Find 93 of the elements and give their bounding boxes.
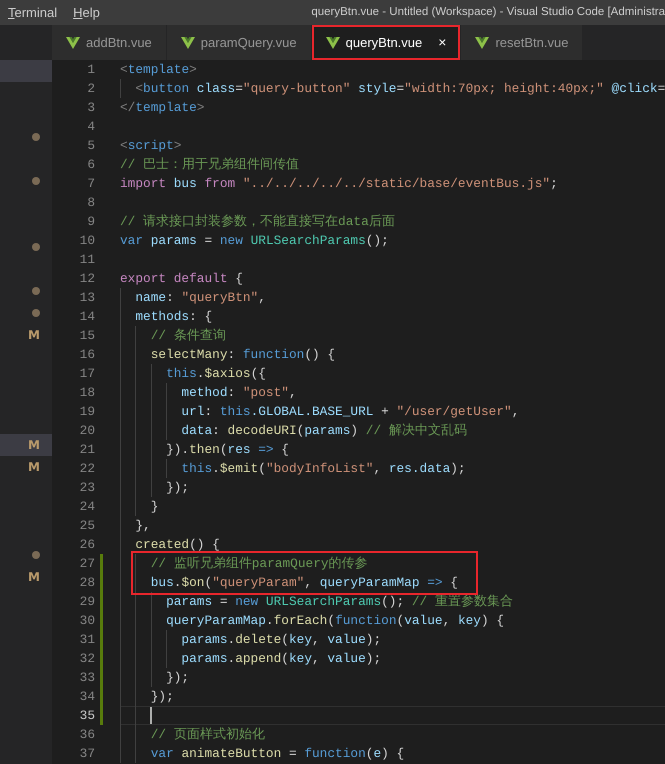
line-number: 16 xyxy=(78,346,95,364)
sidebar-row[interactable] xyxy=(0,60,52,82)
code-line: export default { xyxy=(120,270,244,288)
line-number: 34 xyxy=(78,688,95,706)
line-number: 11 xyxy=(78,251,95,269)
line-number: 26 xyxy=(78,536,95,554)
line-number: 7 xyxy=(86,175,95,193)
code-line: }).then(res => { xyxy=(120,440,665,459)
line-number: 28 xyxy=(78,574,95,592)
code-line: // 监听兄弟组件paramQuery的传参 xyxy=(120,554,665,573)
line-number: 13 xyxy=(78,289,95,307)
code-line: } xyxy=(120,497,665,516)
line-number: 23 xyxy=(78,479,95,497)
code-line: // 条件查询 xyxy=(120,326,665,345)
code-line: created() { xyxy=(120,535,665,554)
file-type-icon xyxy=(475,36,490,48)
code-line: }); xyxy=(120,668,665,687)
line-number: 27 xyxy=(78,555,95,573)
code-line: name: "queryBtn", xyxy=(120,288,665,307)
dot-icon xyxy=(32,309,40,317)
code-line: params.delete(key, value); xyxy=(120,630,665,649)
window-title: queryBtn.vue - Untitled (Workspace) - Visual Studio Code [Administra xyxy=(311,4,665,20)
dot-icon xyxy=(32,133,40,141)
code-line: url: this.GLOBAL.BASE_URL + "/user/getUser", xyxy=(120,402,665,421)
file-type-icon xyxy=(326,36,340,48)
line-number: 35 xyxy=(78,707,95,725)
line-number: 29 xyxy=(78,593,95,611)
status-letter: M xyxy=(28,569,40,586)
close-button[interactable]: × xyxy=(438,32,446,53)
code-line: // 请求接口封装参数，不能直接写在data后面 xyxy=(120,213,396,231)
line-number: 14 xyxy=(78,308,95,326)
code-line: selectMany: function() { xyxy=(120,345,665,364)
line-number: 10 xyxy=(78,232,95,250)
code-line: }, xyxy=(120,516,665,535)
line-number: 6 xyxy=(86,156,95,174)
status-letter: M xyxy=(28,459,40,476)
line-number: 8 xyxy=(86,194,95,212)
code-line: // 页面样式初始化 xyxy=(120,725,665,744)
line-number: 19 xyxy=(78,403,95,421)
code-line: // 巴士：用于兄弟组件间传值 xyxy=(120,156,300,174)
status-letter: M xyxy=(28,437,40,454)
code-line: bus.$on("queryParam", queryParamMap => { xyxy=(120,573,665,592)
sidebar-row[interactable]: M xyxy=(0,434,52,456)
line-number: 17 xyxy=(78,365,95,383)
code-line: methods: { xyxy=(120,307,665,326)
menu-item[interactable]: Terminal xyxy=(0,0,66,25)
line-number: 37 xyxy=(78,745,95,763)
line-number: 24 xyxy=(78,498,95,516)
line-number: 22 xyxy=(78,460,95,478)
code-line: <template> xyxy=(120,61,198,79)
code-line: var animateButton = function(e) { xyxy=(120,744,665,763)
line-number: 33 xyxy=(78,669,95,687)
status-letter: M xyxy=(28,327,40,344)
dot-icon xyxy=(32,287,40,295)
editor-tab[interactable]: paramQuery.vue xyxy=(166,25,312,60)
code-line: this.$axios({ xyxy=(120,364,665,383)
line-number: 15 xyxy=(78,327,95,345)
file-type-icon xyxy=(180,36,195,48)
code-line: method: "post", xyxy=(120,383,665,402)
line-number: 1 xyxy=(86,61,95,79)
line-number: 18 xyxy=(78,384,95,402)
line-number: 31 xyxy=(78,631,95,649)
code-line: data: decodeURI(params) // 解决中文乱码 xyxy=(120,421,665,440)
dot-icon xyxy=(32,551,40,559)
editor-tab[interactable]: addBtn.vue xyxy=(52,25,167,60)
dot-icon xyxy=(32,243,40,251)
line-number: 5 xyxy=(86,137,95,155)
line-number: 20 xyxy=(78,422,95,440)
line-number: 30 xyxy=(78,612,95,630)
code-line: }); xyxy=(120,478,665,497)
line-number: 12 xyxy=(78,270,95,288)
dot-icon xyxy=(32,177,40,185)
line-number: 2 xyxy=(86,80,95,98)
line-number: 9 xyxy=(86,213,95,231)
menu-item[interactable]: Help xyxy=(65,0,108,25)
code-line: <button class="query-button" style="width:70px; height:40px;" @click= xyxy=(120,79,665,98)
code-line: queryParamMap.forEach(function(value, key) { xyxy=(120,611,665,630)
line-number: 32 xyxy=(78,650,95,668)
code-line: <script> xyxy=(120,137,182,155)
file-type-icon xyxy=(66,36,80,48)
line-number: 21 xyxy=(78,441,95,459)
line-number: 4 xyxy=(86,118,95,136)
line-number: 36 xyxy=(78,726,95,744)
editor-tab[interactable]: resetBtn.vue xyxy=(461,25,584,60)
code-line: </template> xyxy=(120,99,206,117)
line-number: 25 xyxy=(78,517,95,535)
editor-tab[interactable]: queryBtn.vue × xyxy=(312,25,462,60)
code-line: }); xyxy=(120,687,665,706)
line-number: 3 xyxy=(86,99,95,117)
code-line: var params = new URLSearchParams(); xyxy=(120,232,390,250)
code-line: import bus from "../../../../../static/base/eventBus.js"; xyxy=(120,175,559,193)
code-line: params.append(key, value); xyxy=(120,649,665,668)
code-line: this.$emit("bodyInfoList", res.data); xyxy=(120,459,665,478)
